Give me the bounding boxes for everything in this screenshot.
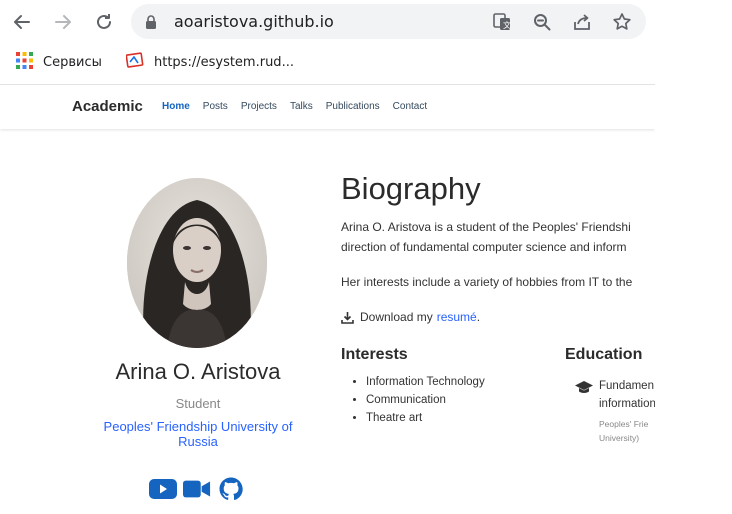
zoom-out-icon[interactable] (531, 11, 553, 33)
interests-title: Interests (341, 346, 408, 363)
video-camera-icon[interactable] (183, 477, 211, 501)
course-line: information (599, 398, 655, 410)
github-icon[interactable] (217, 477, 245, 501)
course-line: Fundamen (599, 380, 654, 392)
bookmarks-bar: Сервисы https://esystem.rud... (0, 44, 732, 80)
download-text: Download my (360, 310, 433, 324)
menu-posts[interactable]: Posts (203, 101, 228, 112)
resume-download: Download my resumé . (341, 310, 480, 324)
social-links (149, 477, 245, 501)
site-brand[interactable]: Academic (72, 98, 143, 115)
list-item: Theatre art (366, 412, 485, 424)
bookmark-label: https://esystem.rud... (154, 55, 294, 70)
svg-text:文: 文 (503, 20, 511, 30)
bookmark-star-icon[interactable] (611, 11, 633, 33)
bio-text-line: Arina O. Aristova is a student of the Pe… (341, 220, 631, 234)
apps-grid-icon (16, 52, 33, 73)
bookmark-services[interactable]: Сервисы (16, 52, 102, 73)
bookmark-label: Сервисы (43, 55, 102, 70)
share-icon[interactable] (571, 11, 593, 33)
bio-text-line: Her interests include a variety of hobbi… (341, 275, 633, 289)
bookmark-esystem[interactable]: https://esystem.rud... (125, 52, 294, 73)
education-course: Fundamen information (599, 377, 655, 413)
interests-list: Information Technology Communication The… (350, 376, 485, 430)
download-icon (341, 311, 354, 324)
url-text[interactable]: aoaristova.github.io (174, 12, 334, 31)
bio-text-line: direction of fundamental computer scienc… (341, 240, 627, 254)
menu-contact[interactable]: Contact (393, 101, 427, 112)
page-viewport: Academic Home Posts Projects Talks Publi… (0, 85, 655, 514)
address-bar[interactable]: aoaristova.github.io 文 (131, 4, 646, 39)
reload-icon[interactable] (91, 9, 117, 35)
forward-arrow-icon[interactable] (50, 9, 76, 35)
youtube-icon[interactable] (149, 477, 177, 501)
resume-link[interactable]: resumé (437, 310, 477, 324)
list-item: Information Technology (366, 376, 485, 388)
download-suffix: . (476, 310, 481, 324)
menu-talks[interactable]: Talks (290, 101, 313, 112)
translate-icon[interactable]: 文 (491, 11, 513, 33)
browser-toolbar: aoaristova.github.io 文 (0, 0, 732, 44)
menu-publications[interactable]: Publications (326, 101, 380, 112)
profile-organization[interactable]: Peoples' Friendship University of Russia (86, 419, 310, 449)
graduation-cap-icon (575, 379, 593, 398)
education-institution: Peoples' Frie University) (599, 417, 648, 445)
menu-projects[interactable]: Projects (241, 101, 277, 112)
education-title: Education (565, 346, 643, 363)
site-favicon-icon (125, 52, 144, 73)
site-menu: Home Posts Projects Talks Publications C… (162, 101, 440, 112)
lock-icon (145, 14, 157, 33)
avatar (127, 178, 267, 348)
profile-role: Student (175, 396, 221, 411)
biography-title: Biography (341, 171, 481, 206)
menu-home[interactable]: Home (162, 101, 190, 112)
institution-line: Peoples' Frie (599, 419, 649, 429)
back-arrow-icon[interactable] (9, 9, 35, 35)
profile-name: Arina O. Aristova (115, 359, 281, 384)
site-navbar: Academic Home Posts Projects Talks Publi… (0, 85, 655, 129)
list-item: Communication (366, 394, 485, 406)
institution-line: University) (599, 433, 640, 443)
